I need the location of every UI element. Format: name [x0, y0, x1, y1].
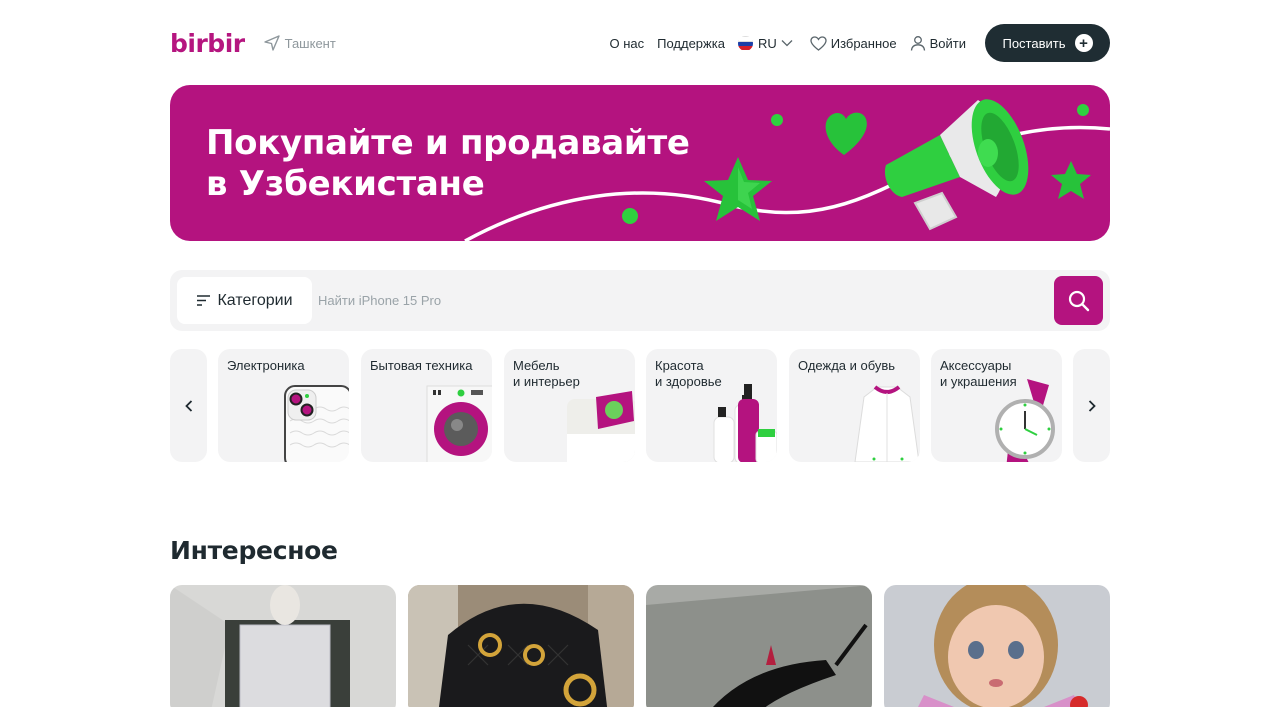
- category-label: Бытовая техника: [370, 358, 473, 373]
- carousel-next-button[interactable]: [1073, 349, 1110, 462]
- favorites-label: Избранное: [830, 35, 897, 51]
- product-card-heels[interactable]: [646, 585, 872, 707]
- banner-title: Покупайте и продавайте в Узбекистане: [206, 123, 690, 205]
- category-card-appliances[interactable]: Бытовая техника: [361, 349, 492, 462]
- ru-flag-icon: [737, 35, 753, 51]
- location-arrow-icon: [263, 35, 280, 51]
- plus-icon: +: [1074, 34, 1093, 52]
- product-image: [408, 585, 634, 707]
- product-image: [646, 585, 872, 707]
- category-card-accessories[interactable]: Аксессуары и украшения: [931, 349, 1062, 462]
- carousel-prev-button[interactable]: [170, 349, 207, 462]
- search-icon: [1068, 290, 1089, 311]
- product-card-handbag[interactable]: [408, 585, 634, 707]
- logo[interactable]: birbir: [170, 29, 245, 58]
- chevron-down-icon: [781, 40, 793, 47]
- hero-banner[interactable]: Покупайте и продавайте в Узбекистане: [170, 85, 1110, 241]
- category-label: Электроника: [227, 358, 305, 373]
- search-bar: Категории: [170, 270, 1110, 331]
- interesting-section-title: Интересное: [170, 536, 338, 565]
- category-label: Одежда и обувь: [798, 358, 896, 373]
- category-label: Аксессуары и украшения: [940, 358, 1017, 389]
- category-card-electronics[interactable]: Электроника: [218, 349, 349, 462]
- category-card-beauty[interactable]: Красота и здоровье: [646, 349, 777, 462]
- nav-support-link[interactable]: Поддержка: [657, 36, 725, 51]
- product-image: [170, 585, 396, 707]
- top-nav: О нас Поддержка RU Избранное Войти Поста…: [609, 24, 1110, 62]
- language-selector[interactable]: RU: [737, 35, 793, 51]
- category-card-furniture[interactable]: Мебель и интерьер: [504, 349, 635, 462]
- categories-button-label: Категории: [217, 291, 293, 309]
- nav-about-link[interactable]: О нас: [609, 36, 644, 51]
- location-selector[interactable]: Ташкент: [263, 35, 336, 51]
- chevron-right-icon: [1088, 399, 1096, 412]
- category-carousel: Электроника Бытовая техника Мебель и инт…: [170, 349, 1110, 462]
- login-link[interactable]: Войти: [910, 35, 966, 51]
- user-icon: [910, 36, 925, 51]
- post-ad-button[interactable]: Поставить +: [985, 24, 1110, 62]
- product-card-doll[interactable]: [884, 585, 1110, 707]
- post-ad-label: Поставить: [1002, 35, 1066, 51]
- category-label: Красота и здоровье: [655, 358, 722, 389]
- product-image: [884, 585, 1110, 707]
- search-button[interactable]: [1054, 276, 1103, 325]
- banner-title-line1: Покупайте и продавайте: [206, 123, 690, 163]
- login-label: Войти: [929, 35, 966, 51]
- categories-button[interactable]: Категории: [177, 277, 312, 324]
- heart-icon: [810, 35, 827, 51]
- chevron-left-icon: [184, 399, 192, 412]
- product-card-apron[interactable]: [170, 585, 396, 707]
- language-label: RU: [757, 35, 777, 51]
- category-card-clothing[interactable]: Одежда и обувь: [789, 349, 920, 462]
- favorites-link[interactable]: Избранное: [810, 36, 897, 51]
- search-input[interactable]: [318, 277, 1048, 324]
- menu-lines-icon: [197, 295, 211, 306]
- category-label: Мебель и интерьер: [513, 358, 580, 389]
- banner-title-line2: в Узбекистане: [206, 164, 485, 204]
- site-header: birbir Ташкент О нас Поддержка RU Избран…: [170, 24, 1110, 62]
- location-label: Ташкент: [284, 35, 336, 51]
